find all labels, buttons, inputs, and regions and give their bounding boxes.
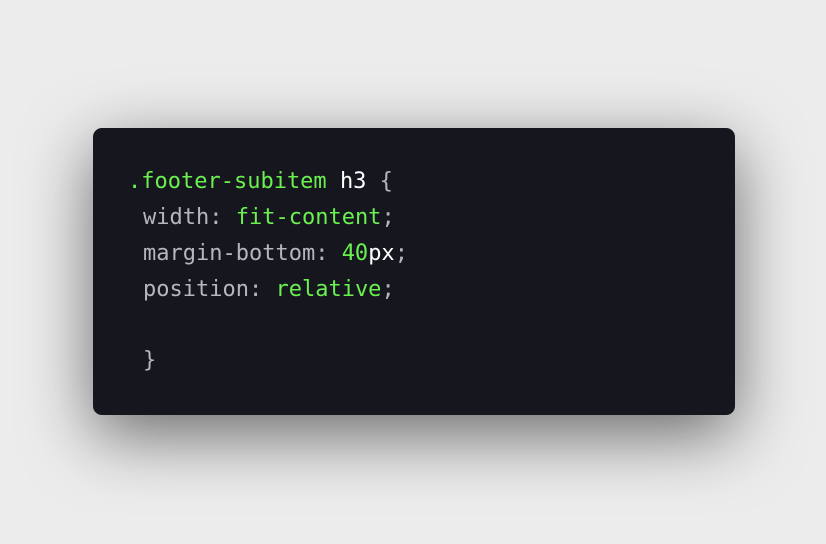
css-property: position	[143, 277, 249, 302]
semicolon: ;	[381, 277, 395, 302]
colon: :	[209, 205, 236, 230]
css-tag: h3	[339, 169, 367, 194]
code-line-position: position: relative;	[143, 272, 395, 308]
css-property: margin-bottom	[143, 241, 316, 266]
css-unit: px	[368, 241, 395, 266]
code-line-margin-bottom: margin-bottom: 40px;	[143, 236, 408, 272]
css-value: fit-content	[235, 205, 382, 230]
code-line-selector: .footer-subitem h3 {	[128, 164, 393, 200]
colon: :	[248, 277, 276, 302]
css-property: width	[143, 205, 210, 230]
colon: :	[315, 241, 342, 266]
code-line-close: }	[143, 343, 156, 379]
close-brace: }	[143, 348, 157, 373]
semicolon: ;	[394, 241, 408, 266]
css-selector: .footer-subitem	[128, 169, 327, 194]
css-number: 40	[341, 241, 369, 266]
code-snippet-card: .footer-subitem h3 { width: fit-content;…	[93, 128, 735, 415]
semicolon: ;	[381, 205, 395, 230]
open-brace: {	[366, 169, 393, 194]
code-line-width: width: fit-content;	[143, 200, 395, 236]
css-value: relative	[275, 277, 382, 302]
